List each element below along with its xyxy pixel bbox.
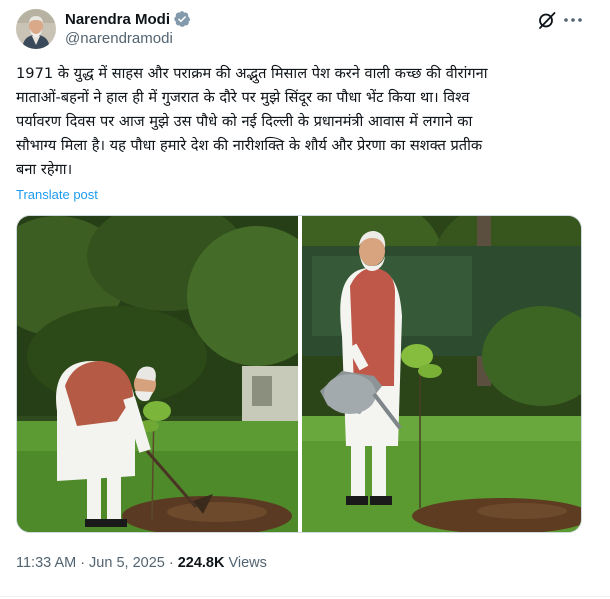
photo-planting[interactable] — [17, 216, 298, 532]
meta-separator: · — [168, 555, 174, 571]
post-meta: 11:33 AM · Jun 5, 2025 · 224.8K Views — [16, 555, 267, 571]
post-text-line: 1971 के युद्ध में साहस और पराक्रम की अद्… — [16, 65, 488, 82]
post-text-line: सौभाग्य मिला है। यह पौधा हमारे देश की ना… — [16, 137, 483, 154]
post-text-line: माताओं-बहनों ने हाल ही में गुजरात के दौर… — [16, 89, 470, 106]
post-time[interactable]: 11:33 AM — [16, 555, 76, 571]
views-label: Views — [228, 555, 267, 571]
media-gallery — [16, 215, 582, 533]
views-count[interactable]: 224.8K — [178, 555, 225, 571]
divider — [0, 596, 610, 597]
post-text-line: बना रहेगा। — [16, 161, 73, 178]
translate-post-link[interactable]: Translate post — [16, 187, 98, 202]
post-text: 1971 के युद्ध में साहस और पराक्रम की अद्… — [16, 62, 586, 182]
avatar[interactable] — [16, 9, 56, 49]
author-name[interactable]: Narendra Modi — [65, 11, 170, 28]
author-block: Narendra Modi @narendramodi — [65, 9, 191, 47]
grok-icon[interactable] — [537, 10, 557, 30]
post-card[interactable]: Narendra Modi @narendramodi 1971 के युद्… — [0, 0, 610, 599]
author-handle[interactable]: @narendramodi — [65, 30, 191, 47]
verified-badge-icon[interactable] — [173, 10, 191, 28]
post-text-line: पर्यावरण दिवस पर आज मुझे उस पौधे को नई द… — [16, 113, 473, 130]
meta-separator: · — [80, 555, 86, 571]
more-icon[interactable] — [562, 10, 584, 30]
photo-watering[interactable] — [302, 216, 581, 532]
post-date[interactable]: Jun 5, 2025 — [89, 555, 165, 571]
